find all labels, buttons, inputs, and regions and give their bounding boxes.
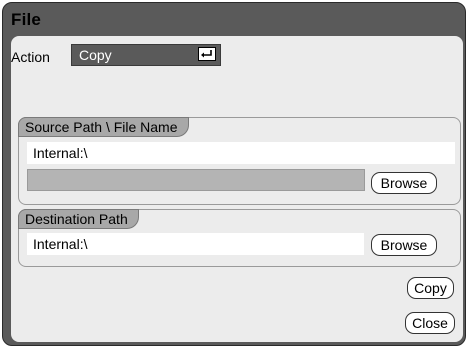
destination-group: Destination Path Internal:\ Browse bbox=[18, 209, 461, 267]
action-select-value: Copy bbox=[79, 47, 112, 63]
destination-browse-button[interactable]: Browse bbox=[371, 234, 437, 256]
source-browse-button[interactable]: Browse bbox=[371, 172, 437, 194]
close-button[interactable]: Close bbox=[405, 312, 455, 334]
enter-icon[interactable] bbox=[198, 47, 216, 61]
action-label: Action bbox=[11, 49, 50, 65]
source-group: Source Path \ File Name Internal:\ Brows… bbox=[18, 117, 461, 205]
source-file-field[interactable] bbox=[27, 169, 365, 191]
source-path-field[interactable]: Internal:\ bbox=[27, 142, 455, 164]
copy-button[interactable]: Copy bbox=[407, 277, 454, 299]
action-select[interactable]: Copy bbox=[71, 44, 221, 66]
destination-path-field[interactable]: Internal:\ bbox=[27, 233, 364, 255]
source-heading: Source Path \ File Name bbox=[18, 117, 189, 137]
destination-heading: Destination Path bbox=[18, 209, 139, 229]
dialog-title: File bbox=[11, 10, 42, 29]
